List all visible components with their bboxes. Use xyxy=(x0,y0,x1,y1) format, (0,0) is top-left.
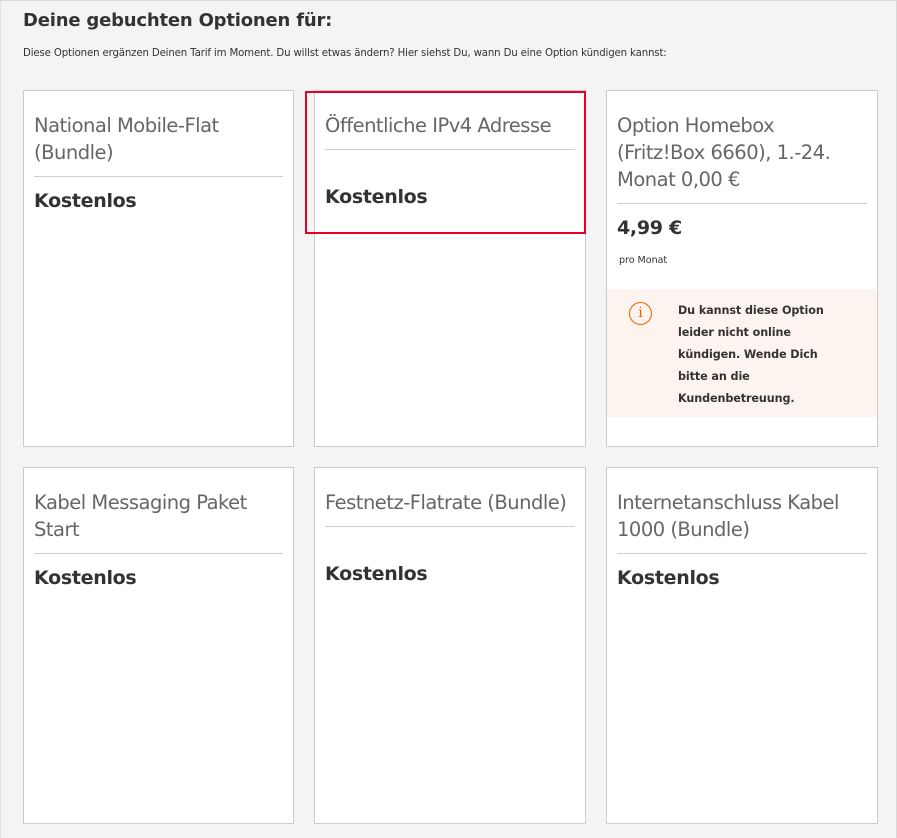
option-price: Kostenlos xyxy=(34,190,137,212)
top-border xyxy=(0,0,897,1)
cancellation-notice: i Du kannst diese Option leider nicht on… xyxy=(607,289,877,417)
option-title: Internetanschluss Kabel 1000 (Bundle) xyxy=(617,489,867,554)
option-price: Kostenlos xyxy=(617,567,720,589)
option-price: Kostenlos xyxy=(34,567,137,589)
option-card-festnetz-flatrate: Festnetz-Flatrate (Bundle) Kostenlos xyxy=(314,467,586,824)
option-card-national-mobile-flat: National Mobile-Flat (Bundle) Kostenlos xyxy=(23,90,294,447)
left-border xyxy=(0,0,1,838)
option-card-ipv4-address: Öffentliche IPv4 Adresse Kostenlos xyxy=(314,90,586,447)
page-description: Diese Optionen ergänzen Deinen Tarif im … xyxy=(23,48,667,59)
option-price: Kostenlos xyxy=(325,186,428,208)
option-title: Kabel Messaging Paket Start xyxy=(34,489,283,554)
cancellation-notice-text: Du kannst diese Option leider nicht onli… xyxy=(678,304,824,405)
info-icon: i xyxy=(629,302,652,325)
option-title: Öffentliche IPv4 Adresse xyxy=(325,112,575,150)
option-card-homebox: Option Homebox (Fritz!Box 6660), 1.-24. … xyxy=(606,90,878,447)
option-title: National Mobile-Flat (Bundle) xyxy=(34,112,283,177)
option-card-internetanschluss-kabel: Internetanschluss Kabel 1000 (Bundle) Ko… xyxy=(606,467,878,824)
option-title: Option Homebox (Fritz!Box 6660), 1.-24. … xyxy=(617,112,867,204)
page-heading: Deine gebuchten Optionen für: xyxy=(23,10,333,31)
option-card-kabel-messaging: Kabel Messaging Paket Start Kostenlos xyxy=(23,467,294,824)
option-billing-period: pro Monat xyxy=(619,255,668,266)
option-title: Festnetz-Flatrate (Bundle) xyxy=(325,489,575,527)
option-price: Kostenlos xyxy=(325,563,428,585)
option-price: 4,99 € xyxy=(617,217,682,239)
